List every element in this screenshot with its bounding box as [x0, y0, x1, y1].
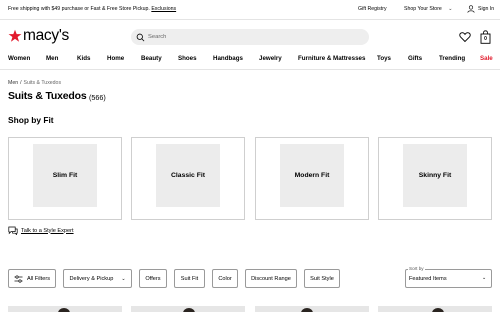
nav-item-handbags[interactable]: Handbags	[213, 55, 243, 62]
nav-item-kids[interactable]: Kids	[77, 55, 90, 62]
all-filters-button[interactable]: All Filters	[8, 269, 56, 288]
nav-item-trending[interactable]: Trending	[439, 55, 465, 62]
star-icon	[8, 29, 22, 42]
breadcrumb: Men / Suits & Tuxedos	[8, 80, 61, 86]
suit-style-filter-button[interactable]: Suit Style	[304, 269, 340, 288]
shop-label: Shop	[404, 6, 417, 12]
promo-text: Free shipping with $49 purchase or Fast …	[8, 6, 150, 12]
fit-card-image: Classic Fit	[156, 144, 220, 207]
main-nav: Women Men Kids Home Beauty Shoes Handbag…	[0, 55, 500, 66]
style-expert-label: Talk to a Style Expert	[21, 227, 74, 234]
delivery-pickup-label: Delivery & Pickup	[69, 275, 114, 282]
offers-filter-button[interactable]: Offers	[139, 269, 167, 288]
promo-bar: Free shipping with $49 purchase or Fast …	[0, 0, 500, 20]
search-bar[interactable]	[131, 29, 369, 45]
breadcrumb-separator: /	[20, 80, 22, 86]
your-store-label: Your Store	[417, 6, 442, 12]
chevron-down-icon: ⌄	[482, 275, 487, 281]
fit-card-label: Classic Fit	[171, 172, 205, 179]
model-photo	[58, 308, 70, 312]
nav-item-gifts[interactable]: Gifts	[408, 55, 422, 62]
bag-count: 0	[484, 35, 487, 42]
fit-card-label: Skinny Fit	[418, 172, 452, 179]
section-heading: Shop by Fit	[8, 115, 54, 125]
nav-item-furniture[interactable]: Furniture & Mattresses	[298, 55, 365, 62]
sort-by-label: Sort by	[408, 266, 425, 271]
chat-icon	[8, 226, 18, 235]
fit-card-image: Slim Fit	[33, 144, 97, 207]
nav-item-home[interactable]: Home	[107, 55, 124, 62]
sort-by-value: Featured Items	[409, 276, 447, 282]
logo-wordmark: macy's	[23, 27, 69, 44]
search-icon	[136, 33, 145, 41]
fit-card-skinny[interactable]: Skinny Fit	[378, 137, 492, 220]
nav-item-men[interactable]: Men	[46, 55, 58, 62]
user-icon[interactable]	[467, 5, 475, 13]
style-expert-link[interactable]: Talk to a Style Expert	[8, 226, 74, 235]
fit-card-slim[interactable]: Slim Fit	[8, 137, 122, 220]
heart-icon[interactable]	[459, 31, 471, 43]
filter-sliders-icon	[14, 274, 23, 283]
fit-card-label: Slim Fit	[52, 172, 78, 179]
model-photo	[432, 308, 444, 312]
model-photo	[183, 308, 195, 312]
breadcrumb-men[interactable]: Men	[8, 80, 18, 86]
page-title: Suits & Tuxedos	[8, 90, 87, 102]
color-filter-button[interactable]: Color	[212, 269, 238, 288]
nav-divider	[0, 69, 500, 70]
delivery-pickup-dropdown[interactable]: Delivery & Pickup ⌄	[63, 269, 132, 288]
sign-in-link[interactable]: Sign In	[478, 6, 494, 12]
product-image[interactable]	[255, 306, 369, 312]
fit-card-modern[interactable]: Modern Fit	[255, 137, 369, 220]
product-image[interactable]	[378, 306, 492, 312]
nav-item-beauty[interactable]: Beauty	[141, 55, 162, 62]
fit-card-classic[interactable]: Classic Fit	[131, 137, 245, 220]
product-image[interactable]	[8, 306, 122, 312]
result-count: (566)	[89, 93, 106, 102]
all-filters-label: All Filters	[27, 275, 50, 282]
fit-card-image: Skinny Fit	[403, 144, 467, 207]
your-store-dropdown[interactable]: Shop Your Store ⌄	[404, 6, 452, 12]
chevron-down-icon: ⌄	[448, 6, 453, 12]
nav-item-toys[interactable]: Toys	[377, 55, 391, 62]
exclusions-link[interactable]: Exclusions	[151, 6, 176, 12]
search-input[interactable]	[148, 34, 348, 40]
gift-registry-link[interactable]: Gift Registry	[358, 6, 387, 12]
nav-item-sale[interactable]: Sale	[480, 55, 493, 62]
model-photo	[301, 308, 313, 312]
nav-item-women[interactable]: Women	[8, 55, 30, 62]
macys-logo[interactable]: macy's	[8, 27, 69, 45]
product-image[interactable]	[131, 306, 245, 312]
breadcrumb-current: Suits & Tuxedos	[23, 80, 62, 86]
discount-range-filter-button[interactable]: Discount Range	[245, 269, 297, 288]
fit-card-image: Modern Fit	[280, 144, 344, 207]
nav-item-jewelry[interactable]: Jewelry	[259, 55, 282, 62]
fit-card-label: Modern Fit	[294, 172, 330, 179]
nav-item-shoes[interactable]: Shoes	[178, 55, 197, 62]
promo-message: Free shipping with $49 purchase or Fast …	[8, 6, 176, 12]
chevron-down-icon: ⌄	[121, 275, 126, 282]
suit-fit-filter-button[interactable]: Suit Fit	[174, 269, 205, 288]
